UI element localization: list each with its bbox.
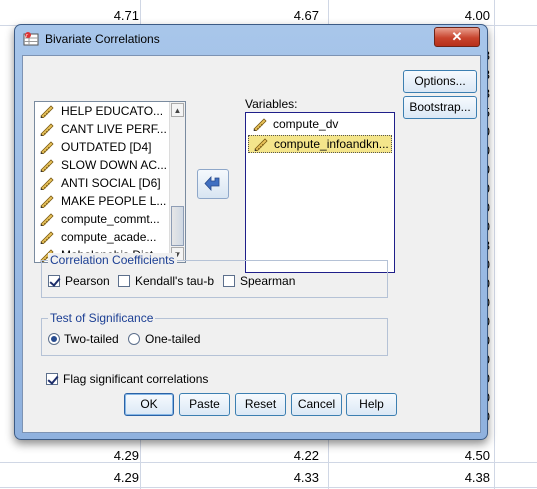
- variable-list-item[interactable]: compute_infoandkn...: [248, 135, 392, 153]
- two-tailed-label: Two-tailed: [64, 332, 119, 346]
- sheet-cell[interactable]: 4.50: [430, 448, 490, 463]
- bivariate-correlations-dialog: r Bivariate Correlations ✕ HELP EDUCATO.…: [14, 24, 488, 440]
- column-divider: [494, 0, 495, 489]
- pencil-scale-icon: [40, 123, 54, 136]
- variable-list-item[interactable]: compute_dv: [248, 115, 392, 133]
- dialog-body: HELP EDUCATO... CANT LIVE PERF... OUTDATED…: [22, 55, 481, 433]
- pencil-scale-icon: [40, 105, 54, 118]
- one-tailed-radio[interactable]: [128, 333, 140, 345]
- options-button[interactable]: Options...: [403, 70, 477, 93]
- spearman-checkbox[interactable]: [223, 275, 235, 287]
- kendall-checkbox[interactable]: [118, 275, 130, 287]
- group-legend: Correlation Coefficients: [48, 253, 177, 267]
- variables-label: Variables:: [245, 97, 298, 111]
- pencil-scale-icon: [253, 118, 267, 131]
- source-item-label: compute_acade...: [61, 230, 157, 244]
- sheet-cell[interactable]: 4.29: [79, 448, 139, 463]
- source-item-label: ANTI SOCIAL [D6]: [61, 176, 161, 190]
- close-button[interactable]: ✕: [434, 27, 480, 47]
- source-item-label: SLOW DOWN AC...: [61, 158, 168, 172]
- row-divider: [0, 487, 537, 488]
- source-list-scrollbar[interactable]: ▲ ▼: [169, 102, 185, 262]
- variable-item-label: compute_dv: [273, 117, 339, 131]
- arrow-left-icon: [204, 176, 220, 192]
- source-item-label: compute_commt...: [61, 212, 160, 226]
- source-list-item[interactable]: SLOW DOWN AC...: [35, 156, 185, 174]
- pencil-scale-icon: [40, 159, 54, 172]
- help-button[interactable]: Help: [346, 393, 397, 416]
- sheet-cell[interactable]: 4.00: [430, 8, 490, 23]
- source-item-label: MAKE PEOPLE L...: [61, 194, 167, 208]
- sheet-cell[interactable]: 4.71: [79, 8, 139, 23]
- kendall-label: Kendall's tau-b: [135, 274, 215, 288]
- source-list-item[interactable]: OUTDATED [D4]: [35, 138, 185, 156]
- dialog-title: Bivariate Correlations: [45, 32, 160, 46]
- sheet-cell[interactable]: 4.67: [259, 8, 319, 23]
- source-list-item[interactable]: MAKE PEOPLE L...: [35, 192, 185, 210]
- flag-significant-checkbox[interactable]: [46, 373, 58, 385]
- spss-correlation-icon: r: [23, 32, 39, 46]
- source-list-item[interactable]: HELP EDUCATO...: [35, 102, 185, 120]
- pencil-scale-icon: [40, 141, 54, 154]
- source-list-item[interactable]: compute_commt...: [35, 210, 185, 228]
- dialog-titlebar[interactable]: r Bivariate Correlations ✕: [15, 25, 487, 51]
- pencil-scale-icon: [40, 213, 54, 226]
- pencil-scale-icon: [40, 195, 54, 208]
- two-tailed-radio[interactable]: [48, 333, 60, 345]
- scroll-up-icon[interactable]: ▲: [171, 103, 184, 117]
- pearson-checkbox[interactable]: [48, 275, 60, 287]
- scroll-thumb[interactable]: [171, 206, 184, 246]
- close-icon: ✕: [451, 29, 463, 44]
- variables-list[interactable]: compute_dv compute_infoandkn...: [245, 112, 395, 273]
- bootstrap-button[interactable]: Bootstrap...: [403, 96, 477, 119]
- source-variable-list[interactable]: HELP EDUCATO... CANT LIVE PERF... OUTDATED…: [34, 101, 186, 263]
- spearman-label: Spearman: [240, 274, 296, 288]
- sheet-cell[interactable]: 4.33: [259, 470, 319, 485]
- source-list-item[interactable]: ANTI SOCIAL [D6]: [35, 174, 185, 192]
- group-legend: Test of Significance: [48, 311, 156, 325]
- flag-significant-label: Flag significant correlations: [63, 372, 209, 386]
- source-item-label: OUTDATED [D4]: [61, 140, 152, 154]
- pearson-label: Pearson: [65, 274, 110, 288]
- source-item-label: CANT LIVE PERF...: [61, 122, 167, 136]
- one-tailed-label: One-tailed: [145, 332, 201, 346]
- test-of-significance-group: Test of Significance Two-tailed One-tail…: [41, 311, 388, 356]
- source-list-item[interactable]: compute_acade...: [35, 228, 185, 246]
- paste-button[interactable]: Paste: [179, 393, 230, 416]
- source-list-item[interactable]: CANT LIVE PERF...: [35, 120, 185, 138]
- pencil-scale-icon: [254, 138, 268, 151]
- variable-item-label: compute_infoandkn...: [274, 137, 389, 151]
- source-item-label: HELP EDUCATO...: [61, 104, 164, 118]
- pencil-scale-icon: [40, 177, 54, 190]
- move-variable-button[interactable]: [197, 169, 229, 199]
- sheet-cell[interactable]: 4.38: [430, 470, 490, 485]
- cancel-button[interactable]: Cancel: [291, 393, 342, 416]
- sheet-cell[interactable]: 4.22: [259, 448, 319, 463]
- pencil-scale-icon: [40, 231, 54, 244]
- sheet-cell[interactable]: 4.29: [79, 470, 139, 485]
- correlation-coefficients-group: Correlation Coefficients Pearson Kendall…: [41, 253, 388, 298]
- ok-button[interactable]: OK: [124, 393, 174, 416]
- reset-button[interactable]: Reset: [235, 393, 286, 416]
